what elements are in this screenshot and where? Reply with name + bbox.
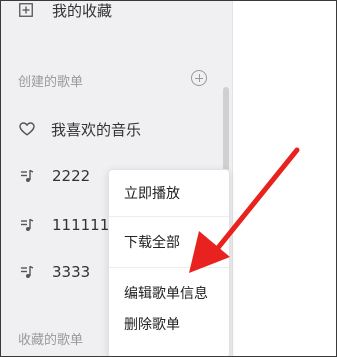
sidebar-item-playlist[interactable]: 1111111 xyxy=(19,211,119,239)
main-content xyxy=(233,1,336,356)
collection-icon xyxy=(18,2,34,18)
sidebar-item-label: 3333 xyxy=(52,263,91,281)
menu-item-play-now[interactable]: 立即播放 xyxy=(109,178,229,208)
playlist-icon xyxy=(19,264,35,280)
add-circle-icon[interactable] xyxy=(191,70,207,86)
playlist-icon xyxy=(19,217,35,233)
sidebar-item-favorite-music[interactable]: 我喜欢的音乐 xyxy=(19,115,141,143)
menu-divider xyxy=(109,267,229,268)
sidebar-item-label: 我的收藏 xyxy=(52,1,113,20)
playlist-icon xyxy=(19,168,35,184)
menu-divider xyxy=(109,216,229,217)
sidebar-item-playlist[interactable]: 2222 xyxy=(19,162,90,190)
context-menu: 立即播放 下载全部 编辑歌单信息 删除歌单 xyxy=(108,169,230,356)
menu-item-edit-playlist-info[interactable]: 编辑歌单信息 xyxy=(109,278,229,308)
sidebar-item-collection[interactable]: 我的收藏 xyxy=(18,1,113,24)
sidebar-item-label: 我喜欢的音乐 xyxy=(51,120,142,139)
section-title-created: 创建的歌单 xyxy=(18,75,84,90)
sidebar-item-label: 2222 xyxy=(52,167,91,185)
section-title-collected: 收藏的歌单 xyxy=(18,333,84,348)
app-window: 我的收藏 创建的歌单 我喜欢的音乐 2222 1111111 3333 收藏的歌… xyxy=(0,0,337,357)
sidebar-item-playlist[interactable]: 3333 xyxy=(19,258,90,286)
menu-item-download-all[interactable]: 下载全部 xyxy=(109,227,229,257)
menu-item-delete-playlist[interactable]: 删除歌单 xyxy=(109,309,229,339)
heart-outline-icon xyxy=(19,121,35,137)
